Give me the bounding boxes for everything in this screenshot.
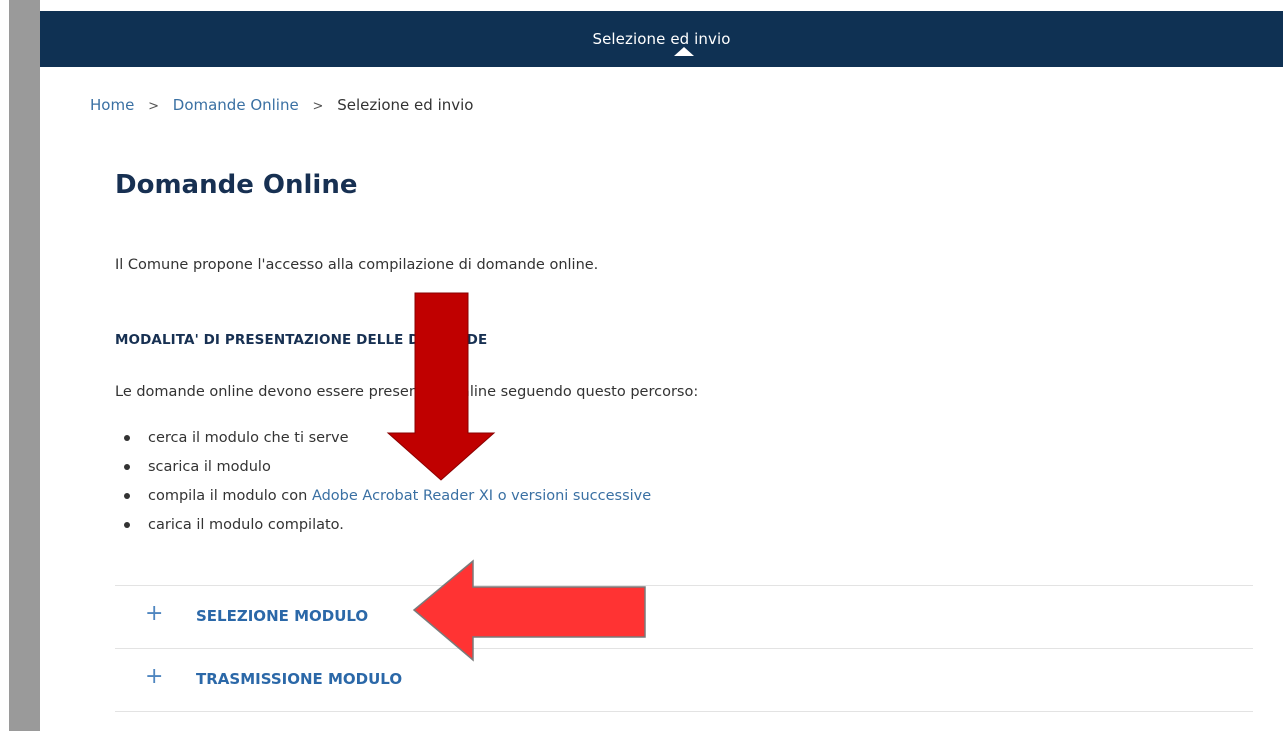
scroll-gutter: [9, 0, 40, 731]
list-item: carica il modulo compilato.: [115, 515, 651, 544]
plus-icon[interactable]: +: [145, 666, 163, 688]
step-text: cerca il modulo che ti serve: [148, 430, 349, 446]
accordion-divider: [115, 711, 1253, 712]
bullet-icon: [124, 493, 130, 499]
list-item: scarica il modulo: [115, 457, 651, 486]
nav-current-item[interactable]: Selezione ed invio: [592, 30, 730, 48]
active-indicator-notch: [674, 47, 694, 56]
acrobat-reader-link[interactable]: Adobe Acrobat Reader XI o versioni succe…: [312, 488, 651, 504]
section-heading: MODALITA' DI PRESENTAZIONE DELLE DOMANDE: [115, 332, 488, 348]
bullet-icon: [124, 435, 130, 441]
step-text: scarica il modulo: [148, 459, 271, 475]
breadcrumb-separator: >: [148, 99, 159, 114]
breadcrumb-current: Selezione ed invio: [337, 96, 474, 114]
intro-text: Il Comune propone l'accesso alla compila…: [115, 257, 599, 273]
steps-list: cerca il modulo che ti serve scarica il …: [115, 428, 651, 544]
page-margin: [0, 0, 9, 731]
bullet-icon: [124, 522, 130, 528]
instructions-text: Le domande online devono essere presenta…: [115, 384, 699, 400]
breadcrumb-domande-link[interactable]: Domande Online: [173, 96, 299, 114]
list-item: compila il modulo con Adobe Acrobat Read…: [115, 486, 651, 515]
bullet-icon: [124, 464, 130, 470]
breadcrumb-separator: >: [312, 99, 324, 114]
accordion-label[interactable]: TRASMISSIONE MODULO: [196, 670, 402, 688]
top-navigation-bar: Selezione ed invio: [40, 11, 1283, 67]
breadcrumb-home-link[interactable]: Home: [90, 96, 134, 114]
accordion-selezione-modulo[interactable]: + SELEZIONE MODULO: [115, 586, 1253, 648]
step-text: carica il modulo compilato.: [148, 517, 344, 533]
top-margin: [40, 0, 1283, 11]
plus-icon[interactable]: +: [145, 603, 163, 625]
step-text: compila il modulo con: [148, 488, 312, 504]
page-title: Domande Online: [115, 170, 358, 200]
accordion-label[interactable]: SELEZIONE MODULO: [196, 607, 368, 625]
list-item: cerca il modulo che ti serve: [115, 428, 651, 457]
accordion-trasmissione-modulo[interactable]: + TRASMISSIONE MODULO: [115, 649, 1253, 711]
breadcrumb: Home > Domande Online > Selezione ed inv…: [90, 96, 473, 114]
